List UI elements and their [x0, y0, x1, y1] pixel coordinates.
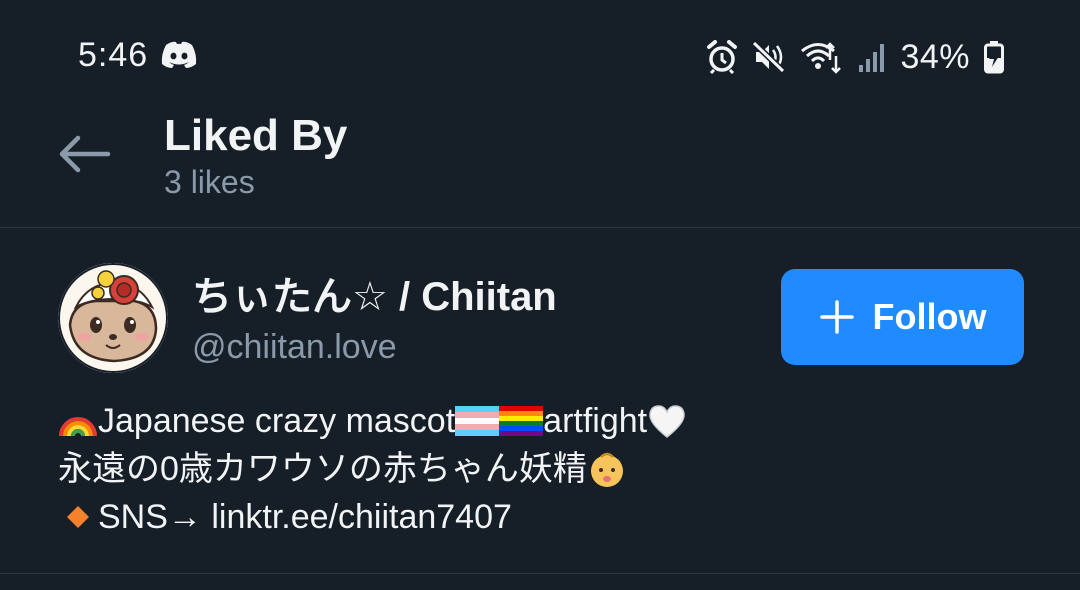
bio-text-1-suffix: artfight	[543, 402, 648, 440]
screen: 5:46 34% Liked By 3 likes ちぃたん☆ / Chiita…	[0, 0, 1080, 590]
battery-percent: 34%	[900, 37, 970, 76]
rainbow-flag-icon	[499, 406, 544, 436]
display-name[interactable]: ちぃたん☆ / Chiitan	[192, 273, 557, 321]
bio-line-2: 永遠の0歳カワウソの赤ちゃん妖精	[58, 445, 1038, 493]
bio-text-2: 永遠の0歳カワウソの赤ちゃん妖精	[58, 450, 587, 488]
plus-icon	[819, 300, 854, 334]
bio-line-1: Japanese crazy mascot artfight	[58, 397, 1038, 445]
status-icons: 34%	[706, 36, 1004, 78]
back-button[interactable]	[52, 130, 116, 178]
bio-text-1: Japanese crazy mascot	[98, 402, 456, 440]
transgender-flag-icon	[455, 406, 500, 436]
otter-mascot-icon	[58, 263, 168, 373]
status-time: 5:46	[78, 36, 149, 74]
page-subtitle: 3 likes	[164, 164, 255, 200]
avatar[interactable]	[58, 263, 168, 373]
bio-line-3: SNS→ linktr.ee/chiitan7407	[58, 493, 1038, 541]
wifi-icon	[801, 42, 842, 74]
header: Liked By 3 likes	[0, 110, 1080, 228]
user-handle: @chiitan.love	[192, 328, 397, 366]
bio-link-text[interactable]: SNS→ linktr.ee/chiitan7407	[98, 493, 512, 541]
battery-charging-icon	[984, 41, 1004, 74]
user-bio: Japanese crazy mascot artfight 永遠の0歳カワウソ…	[58, 397, 1038, 541]
follow-button[interactable]: Follow	[781, 269, 1024, 365]
white-heart-icon	[649, 405, 685, 438]
user-list-item[interactable]: ちぃたん☆ / Chiitan @chiitan.love Follow Jap…	[0, 229, 1080, 574]
alarm-icon	[707, 40, 738, 74]
follow-label: Follow	[872, 296, 987, 337]
signal-icon	[859, 44, 885, 72]
status-bar: 5:46 34%	[0, 0, 1080, 110]
arrow-left-icon	[59, 135, 111, 173]
mute-icon	[752, 40, 786, 74]
rainbow-icon	[59, 417, 97, 437]
discord-icon	[161, 41, 197, 68]
page-title: Liked By	[164, 111, 348, 160]
orange-diamond-icon	[67, 506, 89, 528]
baby-icon	[590, 452, 623, 487]
